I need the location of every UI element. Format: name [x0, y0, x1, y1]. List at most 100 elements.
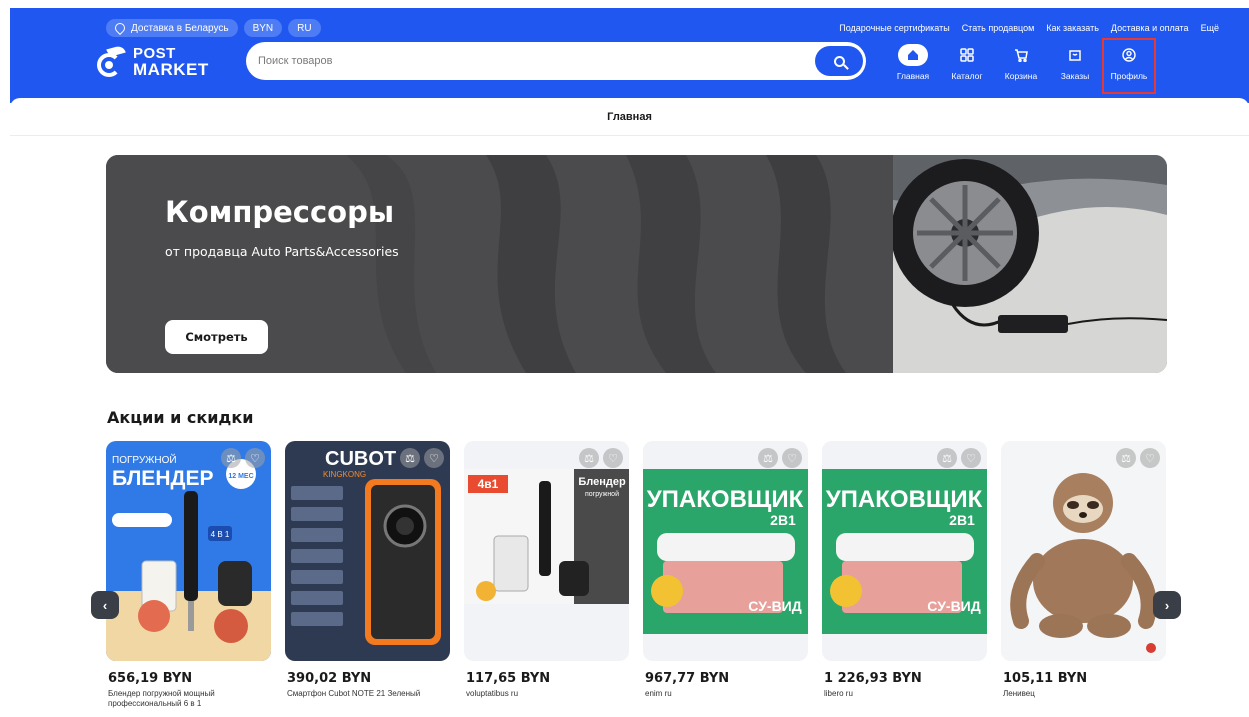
svg-text:CUBOT: CUBOT — [325, 448, 396, 470]
product-title[interactable]: voluptatibus ru — [466, 689, 616, 699]
card-actions: ⚖ ♡ — [1116, 448, 1160, 468]
nav-orders[interactable]: Заказы — [1050, 44, 1100, 94]
product-card[interactable]: ПОГРУЖНОЙ БЛЕНДЕР 12 МЕС 4 В 1 ⚖ ♡ 656,1… — [106, 441, 271, 717]
product-image-blender: ПОГРУЖНОЙ БЛЕНДЕР 12 МЕС 4 В 1 — [106, 441, 271, 661]
svg-text:УПАКОВЩИК: УПАКОВЩИК — [826, 486, 983, 513]
compare-icon[interactable]: ⚖ — [758, 448, 778, 468]
carousel-prev-button[interactable]: ‹ — [91, 591, 119, 619]
product-price: 656,19 BYN — [108, 671, 193, 686]
product-price: 117,65 BYN — [466, 671, 551, 686]
product-image-blender-set: 4в1 Блендер погружной — [464, 441, 629, 661]
chevron-left-icon: ‹ — [102, 597, 108, 613]
profile-icon — [1114, 44, 1144, 66]
top-bar: Доставка в Беларусь BYN RU Подарочные се… — [106, 18, 1219, 38]
search-bar — [246, 42, 866, 80]
compare-icon[interactable]: ⚖ — [1116, 448, 1136, 468]
search-input[interactable] — [258, 55, 798, 67]
chevron-right-icon: › — [1164, 597, 1170, 613]
banner-title: Компрессоры — [165, 195, 395, 229]
product-carousel: ПОГРУЖНОЙ БЛЕНДЕР 12 МЕС 4 В 1 ⚖ ♡ 656,1… — [106, 441, 1168, 717]
product-price: 967,77 BYN — [645, 671, 730, 686]
svg-text:2В1: 2В1 — [949, 512, 975, 528]
nav-profile-label: Профиль — [1110, 71, 1148, 81]
product-title[interactable]: Ленивец — [1003, 689, 1153, 699]
link-delivery-payment[interactable]: Доставка и оплата — [1111, 23, 1189, 33]
svg-text:ПОГРУЖНОЙ: ПОГРУЖНОЙ — [112, 453, 177, 466]
nav-profile[interactable]: Профиль — [1102, 38, 1156, 94]
banner-view-button[interactable]: Смотреть — [165, 320, 268, 354]
language-pill[interactable]: RU — [288, 19, 321, 37]
product-image-vacuum-sealer: УПАКОВЩИК 2В1 СУ-ВИД — [643, 441, 808, 661]
favorite-heart-icon[interactable]: ♡ — [424, 448, 444, 468]
search-icon — [833, 55, 845, 67]
banner-subtitle: от продавца Auto Parts&Accessories — [165, 244, 399, 259]
nav-orders-label: Заказы — [1060, 71, 1090, 81]
card-actions: ⚖ ♡ — [400, 448, 444, 468]
favorite-heart-icon[interactable]: ♡ — [603, 448, 623, 468]
postmarket-logo-icon — [95, 44, 126, 77]
svg-text:12 МЕС: 12 МЕС — [228, 473, 253, 480]
product-title[interactable]: enim ru — [645, 689, 795, 699]
search-button[interactable] — [815, 46, 863, 76]
card-actions: ⚖ ♡ — [758, 448, 802, 468]
svg-text:УПАКОВЩИК: УПАКОВЩИК — [647, 486, 804, 513]
svg-text:2В1: 2В1 — [770, 512, 796, 528]
orders-icon — [1060, 44, 1090, 66]
logo[interactable]: POST MARKET — [95, 42, 215, 82]
product-card[interactable]: УПАКОВЩИК 2В1 СУ-ВИД ⚖ ♡ 1 226,93 BYN li… — [822, 441, 987, 717]
product-title[interactable]: Смартфон Cubot NOTE 21 Зеленый — [287, 689, 437, 699]
main-nav: Главная Каталог Корзина Заказы Профиль — [888, 38, 1158, 94]
nav-home-label: Главная — [896, 71, 930, 81]
svg-text:погружной: погружной — [585, 490, 619, 498]
card-actions: ⚖ ♡ — [579, 448, 623, 468]
breadcrumb-current: Главная — [607, 110, 652, 123]
currency-pill[interactable]: BYN — [243, 19, 283, 37]
svg-text:БЛЕНДЕР: БЛЕНДЕР — [112, 467, 213, 490]
home-icon — [898, 44, 928, 66]
link-more[interactable]: Ещё — [1201, 23, 1219, 33]
product-card[interactable]: CUBOT KINGKONG ⚖ ♡ 390,02 BYN Смартфон C… — [285, 441, 450, 717]
favorite-heart-icon[interactable]: ♡ — [961, 448, 981, 468]
product-image-vacuum-sealer-2: УПАКОВЩИК 2В1 СУ-ВИД — [822, 441, 987, 661]
favorite-heart-icon[interactable]: ♡ — [245, 448, 265, 468]
nav-home[interactable]: Главная — [888, 44, 938, 94]
delivery-region-label: Доставка в Беларусь — [131, 22, 229, 34]
product-price: 1 226,93 BYN — [824, 671, 922, 686]
product-card[interactable]: ⚖ ♡ 105,11 BYN Ленивец — [1001, 441, 1166, 717]
card-actions: ⚖ ♡ — [221, 448, 265, 468]
top-links: Подарочные сертификаты Стать продавцом К… — [839, 23, 1219, 33]
nav-cart[interactable]: Корзина — [996, 44, 1046, 94]
cart-icon — [1006, 44, 1036, 66]
product-price: 105,11 BYN — [1003, 671, 1088, 686]
nav-catalog[interactable]: Каталог — [942, 44, 992, 94]
compare-icon[interactable]: ⚖ — [579, 448, 599, 468]
banner-product-photo — [893, 155, 1167, 373]
product-card[interactable]: УПАКОВЩИК 2В1 СУ-ВИД ⚖ ♡ 967,77 BYN enim… — [643, 441, 808, 717]
link-gift-certificates[interactable]: Подарочные сертификаты — [839, 23, 949, 33]
compare-icon[interactable]: ⚖ — [937, 448, 957, 468]
svg-text:Блендер: Блендер — [578, 476, 626, 488]
page: Доставка в Беларусь BYN RU Подарочные се… — [0, 0, 1249, 717]
breadcrumb: Главная — [10, 98, 1249, 136]
product-price: 390,02 BYN — [287, 671, 372, 686]
product-title[interactable]: Блендер погружной мощный профессиональны… — [108, 689, 258, 709]
delivery-region-pill[interactable]: Доставка в Беларусь — [106, 19, 238, 37]
catalog-icon — [952, 44, 982, 66]
location-pin-icon — [112, 20, 128, 36]
compare-icon[interactable]: ⚖ — [400, 448, 420, 468]
favorite-heart-icon[interactable]: ♡ — [1140, 448, 1160, 468]
svg-text:KINGKONG: KINGKONG — [323, 470, 366, 479]
link-become-seller[interactable]: Стать продавцом — [962, 23, 1035, 33]
svg-text:4в1: 4в1 — [478, 477, 499, 491]
product-title[interactable]: libero ru — [824, 689, 974, 699]
compare-icon[interactable]: ⚖ — [221, 448, 241, 468]
product-image-smartphone: CUBOT KINGKONG — [285, 441, 450, 661]
promo-banner[interactable]: Компрессоры от продавца Auto Parts&Acces… — [106, 155, 1167, 373]
link-how-to-order[interactable]: Как заказать — [1046, 23, 1099, 33]
section-title-promotions: Акции и скидки — [107, 408, 254, 427]
product-card[interactable]: 4в1 Блендер погружной ⚖ ♡ 117,65 BYN vol… — [464, 441, 629, 717]
nav-cart-label: Корзина — [1004, 71, 1038, 81]
carousel-next-button[interactable]: › — [1153, 591, 1181, 619]
logo-text: POST MARKET — [133, 45, 209, 79]
favorite-heart-icon[interactable]: ♡ — [782, 448, 802, 468]
